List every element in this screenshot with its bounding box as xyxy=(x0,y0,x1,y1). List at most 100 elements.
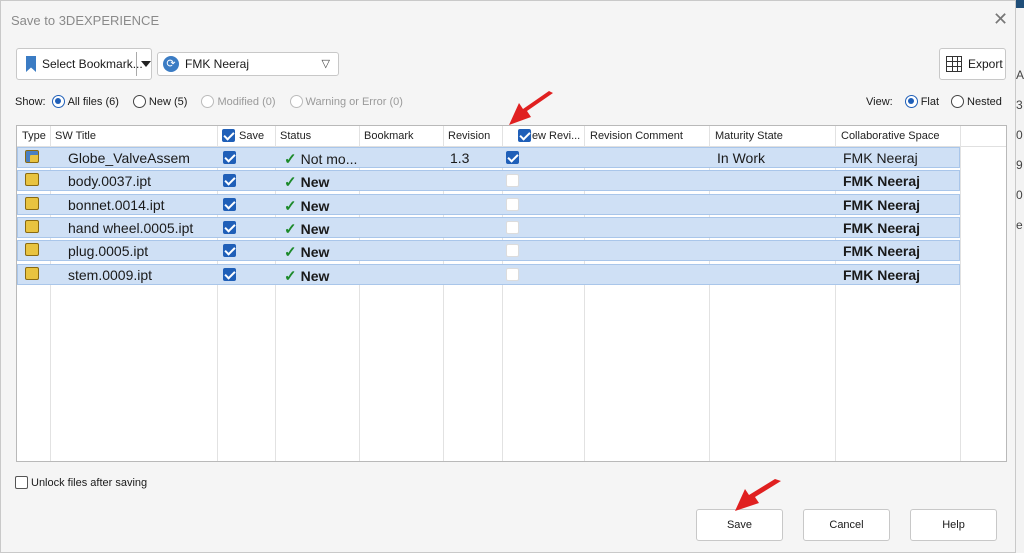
unlock-files-option[interactable]: Unlock files after saving xyxy=(15,476,147,489)
close-icon[interactable]: ✕ xyxy=(993,9,1008,30)
column-header[interactable]: Save xyxy=(239,130,264,142)
radio-all[interactable]: All files (6) xyxy=(51,95,119,108)
status-cell: ✓ Not mo... xyxy=(284,150,357,168)
radio-new[interactable]: New (5) xyxy=(132,95,188,108)
table-icon xyxy=(946,56,962,72)
revision-cell: 1.3 xyxy=(450,150,470,166)
sw-title: hand wheel.0005.ipt xyxy=(68,219,194,236)
dropdown-arrow-icon[interactable] xyxy=(141,61,151,67)
column-header[interactable]: Maturity State xyxy=(715,130,783,142)
annotation-arrow-new-revision xyxy=(509,91,553,125)
new-revision-checkbox[interactable] xyxy=(506,220,519,234)
background-char: A xyxy=(1016,68,1024,82)
column-header[interactable]: Type xyxy=(22,130,46,142)
part-icon xyxy=(25,173,39,187)
view-flat[interactable]: Flat xyxy=(904,95,940,108)
new-revision-checkbox[interactable] xyxy=(506,244,519,258)
save-all-checkbox[interactable] xyxy=(222,129,235,142)
radio-button[interactable] xyxy=(904,95,918,108)
status-text: New xyxy=(300,244,330,261)
bookmark-icon xyxy=(26,56,36,72)
unlock-label: Unlock files after saving xyxy=(31,476,148,489)
collaborative-space-cell: FMK Neeraj xyxy=(843,243,921,260)
table-row[interactable]: stem.0009.ipt ✓ New FMK Neeraj xyxy=(17,263,960,285)
background-char: e xyxy=(1016,218,1023,232)
radio-button[interactable] xyxy=(51,95,65,108)
radio-label: New (5) xyxy=(148,95,188,108)
status-text: New xyxy=(300,174,330,191)
column-header[interactable]: Status xyxy=(280,130,311,142)
new-revision-checkbox[interactable] xyxy=(506,174,519,188)
status-text: New xyxy=(300,220,330,237)
save-checkbox[interactable] xyxy=(223,151,236,164)
collaborative-space-cell: FMK Neeraj xyxy=(843,173,921,190)
export-label: Export xyxy=(968,57,1003,71)
save-checkbox[interactable] xyxy=(223,267,236,281)
table-row[interactable]: plug.0005.ipt ✓ New FMK Neeraj xyxy=(17,240,960,262)
maturity-state-cell: In Work xyxy=(717,150,765,166)
radio-label: Flat xyxy=(920,95,940,108)
collaborative-space-cell: FMK Neeraj xyxy=(843,219,921,236)
save-dialog: Save to 3DEXPERIENCE ✕ Select Bookmark..… xyxy=(0,0,1016,553)
column-header[interactable]: Revision xyxy=(448,130,490,142)
radio-label: Warning or Error (0) xyxy=(305,95,403,108)
split-divider xyxy=(136,52,137,76)
sw-title: stem.0009.ipt xyxy=(68,266,153,283)
view-mode: View: Flat Nested xyxy=(866,95,1002,108)
show-filter: Show: All files (6) New (5) Modified (0) Wa… xyxy=(15,95,403,108)
new-revision-checkbox[interactable] xyxy=(506,151,519,164)
check-icon: ✓ xyxy=(284,267,297,285)
part-icon xyxy=(25,266,39,280)
save-checkbox[interactable] xyxy=(223,197,236,211)
column-header[interactable]: New Revi... xyxy=(524,130,580,142)
view-label: View: xyxy=(866,95,893,108)
show-label: Show: xyxy=(15,95,46,108)
check-icon: ✓ xyxy=(284,220,297,238)
status-text: Not mo... xyxy=(300,151,358,167)
export-button[interactable]: Export xyxy=(939,48,1006,80)
save-checkbox[interactable] xyxy=(223,244,236,258)
status-cell: ✓ New xyxy=(284,243,329,261)
status-cell: ✓ New xyxy=(284,173,329,191)
sw-title: bonnet.0014.ipt xyxy=(68,196,165,213)
column-header[interactable]: Revision Comment xyxy=(590,130,683,142)
table-row[interactable]: body.0037.ipt ✓ New FMK Neeraj xyxy=(17,170,960,192)
cancel-button[interactable]: Cancel xyxy=(803,509,890,541)
table-row[interactable]: hand wheel.0005.ipt ✓ New FMK Neeraj xyxy=(17,216,960,238)
part-icon xyxy=(25,219,39,233)
check-icon: ✓ xyxy=(284,244,297,262)
save-checkbox[interactable] xyxy=(223,174,236,188)
radio-label: Modified (0) xyxy=(217,95,276,108)
table-row[interactable]: bonnet.0014.ipt ✓ New FMK Neeraj xyxy=(17,193,960,215)
assembly-icon xyxy=(25,150,39,163)
collaborative-space-cell: FMK Neeraj xyxy=(843,196,921,213)
status-text: New xyxy=(300,267,330,284)
column-header[interactable]: Bookmark xyxy=(364,130,414,142)
status-cell: ✓ New xyxy=(284,220,329,238)
save-checkbox[interactable] xyxy=(223,220,236,234)
column-header[interactable]: SW Title xyxy=(55,130,96,142)
background-char: 0 xyxy=(1016,188,1023,202)
help-button[interactable]: Help xyxy=(910,509,997,541)
radio-button[interactable] xyxy=(132,95,146,108)
radio-modified: Modified (0) xyxy=(201,95,276,108)
status-text: New xyxy=(300,197,330,214)
part-icon xyxy=(25,196,39,210)
new-revision-checkbox[interactable] xyxy=(506,267,519,281)
view-nested[interactable]: Nested xyxy=(951,95,1002,108)
table-row[interactable]: Globe_ValveAssem ✓ Not mo... 1.3 In Work FMK … xyxy=(17,147,960,168)
radio-button xyxy=(289,95,303,108)
select-bookmark-button[interactable]: Select Bookmark... xyxy=(16,48,152,80)
unlock-checkbox[interactable] xyxy=(15,476,28,489)
dialog-title: Save to 3DEXPERIENCE xyxy=(11,13,160,28)
new-revision-checkbox[interactable] xyxy=(506,197,519,211)
collaborative-space-select[interactable]: ⟳ FMK Neeraj ▽ xyxy=(157,52,339,76)
radio-button[interactable] xyxy=(951,95,965,108)
radio-label: All files (6) xyxy=(67,95,119,108)
collaborative-space-cell: FMK Neeraj xyxy=(843,150,918,166)
files-table: Type SW Title Save Status Bookmark Revision Ne… xyxy=(16,125,1007,462)
radio-label: Nested xyxy=(967,95,1002,108)
chevron-down-icon: ▽ xyxy=(321,58,330,70)
radio-button xyxy=(201,95,215,108)
column-header[interactable]: Collaborative Space xyxy=(841,130,939,142)
